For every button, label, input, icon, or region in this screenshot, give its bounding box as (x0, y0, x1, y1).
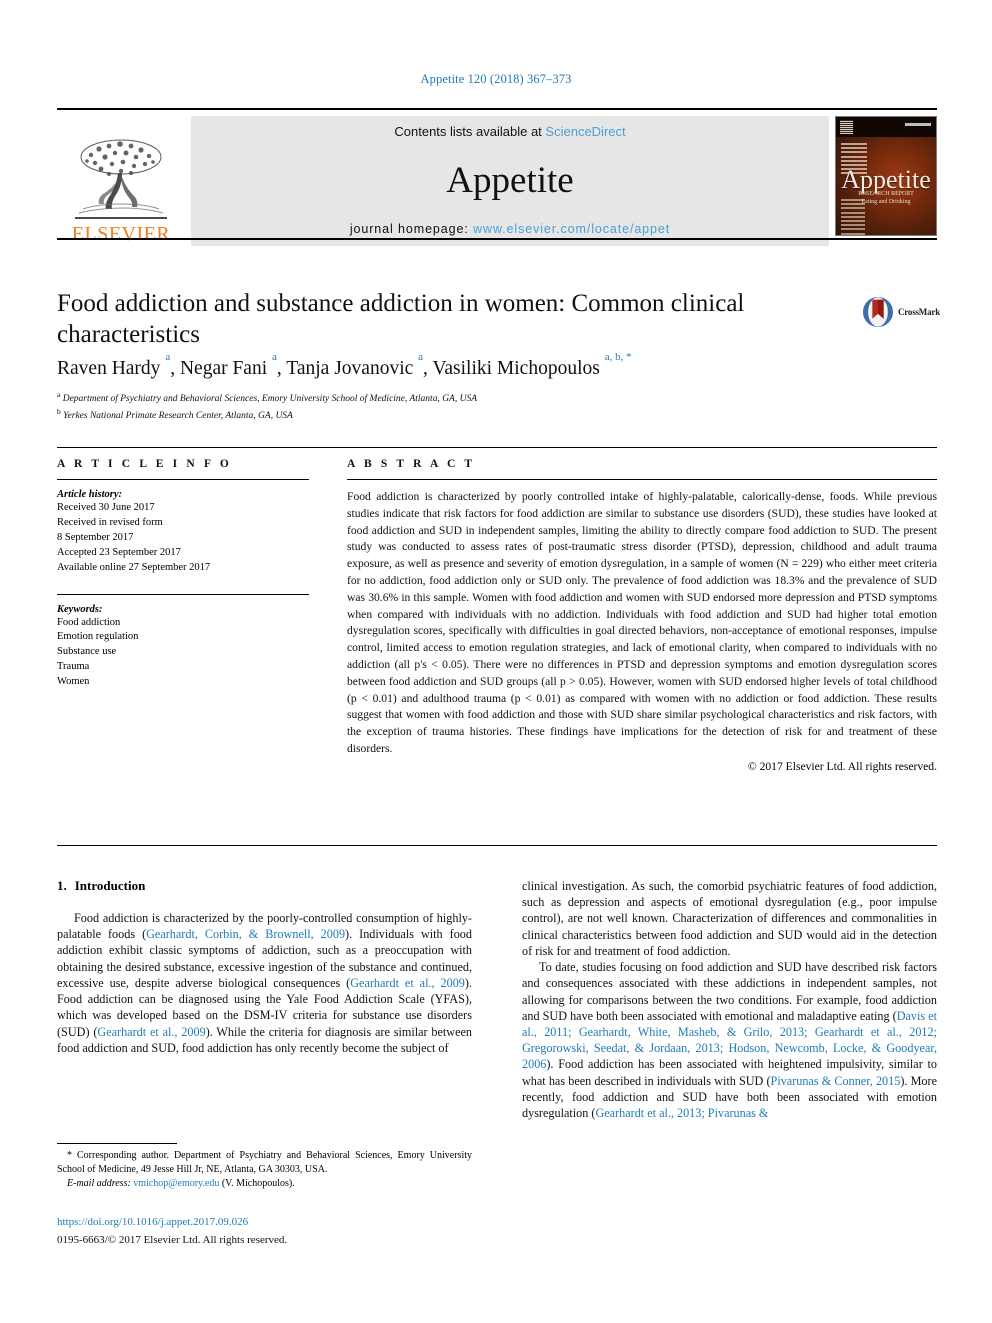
cover-subtitle: RESEARCH REPORT Eating and Drinking (836, 191, 936, 207)
affiliation-list: a Department of Psychiatry and Behaviora… (57, 390, 937, 424)
keyword-item: Substance use (57, 646, 117, 658)
section-title-text: Introduction (74, 878, 146, 893)
issn-copyright-line: 0195-6663/© 2017 Elsevier Ltd. All right… (57, 1234, 288, 1247)
abstract-text: Food addiction is characterized by poorl… (347, 490, 937, 755)
running-head: Appetite 120 (2018) 367–373 (420, 72, 572, 86)
contents-prefix: Contents lists available at (394, 124, 542, 139)
info-divider (57, 447, 937, 448)
body-column-left: 1. Introduction Food addiction is charact… (57, 878, 472, 1056)
keyword-item: Food addiction (57, 616, 121, 628)
article-history-line: Received in revised form (57, 516, 163, 528)
journal-cover-thumbnail: Appetite RESEARCH REPORT Eating and Drin… (835, 116, 937, 236)
author-list: Raven Hardy a, Negar Fani a, Tanja Jovan… (57, 351, 632, 379)
keywords-label: Keywords: (57, 603, 103, 615)
intro-paragraph-right-2: To date, studies focusing on food addict… (522, 959, 937, 1121)
keyword-item: Emotion regulation (57, 631, 139, 643)
keywords-block: Keywords: Food addiction Emotion regulat… (57, 593, 309, 691)
footnote-address: Corresponding author. Department of Psyc… (57, 1150, 472, 1176)
cover-journal-title: Appetite (841, 165, 931, 194)
article-history-line: Available online 27 September 2017 (57, 561, 211, 573)
crossmark-badge[interactable]: CrossMark (862, 286, 940, 338)
cover-subtitle-line2: Eating and Drinking (861, 198, 911, 205)
abstract-copyright: © 2017 Elsevier Ltd. All rights reserved… (747, 759, 937, 773)
citation-link[interactable]: Gearhardt, Corbin, & Brownell, 2009 (146, 927, 345, 941)
journal-homepage-line: journal homepage: www.elsevier.com/locat… (350, 222, 670, 236)
cover-issue-line (905, 123, 931, 126)
keyword-item: Women (57, 676, 90, 688)
journal-title: Appetite (446, 160, 574, 201)
doi-link[interactable]: https://doi.org/10.1016/j.appet.2017.09.… (57, 1215, 472, 1230)
body-divider (57, 845, 937, 846)
affiliation-a: a Department of Psychiatry and Behaviora… (57, 390, 478, 405)
email-owner: (V. Michopoulos). (221, 1178, 295, 1190)
article-history-line: Accepted 23 September 2017 (57, 546, 181, 558)
corresponding-author-footnote: * Corresponding author. Department of Ps… (57, 1143, 472, 1192)
footnote-divider (57, 1143, 177, 1144)
paper-page: Appetite 120 (2018) 367–373 ELSEVIER Con… (0, 0, 992, 1323)
intro-paragraph-right-1: clinical investigation. As such, the com… (522, 879, 937, 958)
citation-link[interactable]: Gearhardt et al., 2009 (97, 1025, 205, 1039)
intro-right-text-1: To date, studies focusing on food addict… (522, 960, 937, 1023)
article-info-rule (57, 479, 309, 480)
crossmark-label: CrossMark (897, 307, 940, 317)
article-info-heading: A R T I C L E I N F O (57, 458, 232, 470)
intro-paragraph-left: Food addiction is characterized by the p… (57, 910, 472, 1056)
keyword-item: Trauma (57, 661, 90, 673)
contents-banner: Contents lists available at ScienceDirec… (191, 116, 829, 246)
journal-homepage-link[interactable]: www.elsevier.com/locate/appet (473, 222, 670, 236)
citation-link[interactable]: Pivarunas & Conner, 2015 (771, 1074, 901, 1088)
cover-subtitle-line1: RESEARCH REPORT (858, 191, 914, 197)
title-divider (57, 238, 937, 240)
email-link[interactable]: vmichop@emory.edu (133, 1178, 219, 1189)
crossmark-icon (862, 296, 894, 328)
sciencedirect-link[interactable]: ScienceDirect (545, 124, 625, 139)
section-heading-introduction: 1. Introduction (57, 878, 472, 894)
footnote-marker: * (67, 1150, 72, 1161)
abstract-rule (347, 479, 937, 480)
article-history-label: Article history: (57, 489, 123, 500)
abstract-heading: A B S T R A C T (347, 458, 476, 470)
page-title: Food addiction and substance addiction i… (57, 290, 745, 349)
article-history-line: 8 September 2017 (57, 531, 134, 543)
keywords-rule (57, 593, 309, 595)
elsevier-wordmark: ELSEVIER (71, 223, 171, 245)
footnote-corresponding-text: * Corresponding author. Department of Ps… (57, 1149, 472, 1177)
journal-masthead: ELSEVIER Contents lists available at Sci… (57, 108, 937, 246)
body-column-right: clinical investigation. As such, the com… (522, 878, 937, 1121)
affiliation-b-text: Yerkes National Primate Research Center,… (63, 411, 293, 422)
homepage-prefix: journal homepage: (349, 222, 469, 236)
affiliation-a-text: Department of Psychiatry and Behavioral … (62, 394, 478, 405)
citation-link[interactable]: Gearhardt et al., 2009 (350, 976, 465, 990)
email-label: E-mail address: (67, 1178, 131, 1190)
citation-link[interactable]: Gearhardt et al., 2013; Pivarunas & (595, 1106, 768, 1120)
contents-available-line: Contents lists available at ScienceDirec… (394, 124, 625, 139)
elsevier-tree-icon (75, 139, 167, 219)
affiliation-b: b Yerkes National Primate Research Cente… (57, 406, 293, 422)
section-number: 1. (57, 878, 67, 893)
article-history-line: Received 30 June 2017 (57, 502, 155, 513)
publication-footer: https://doi.org/10.1016/j.appet.2017.09.… (57, 1215, 472, 1249)
cover-elsevier-mark (840, 120, 853, 134)
elsevier-logo: ELSEVIER (57, 116, 185, 246)
footnote-email-line: E-mail address: vmichop@emory.edu (V. Mi… (57, 1177, 472, 1191)
abstract-column: A B S T R A C T Food addiction is charac… (347, 458, 937, 773)
article-info-column: A R T I C L E I N F O Article history: R… (57, 458, 309, 690)
